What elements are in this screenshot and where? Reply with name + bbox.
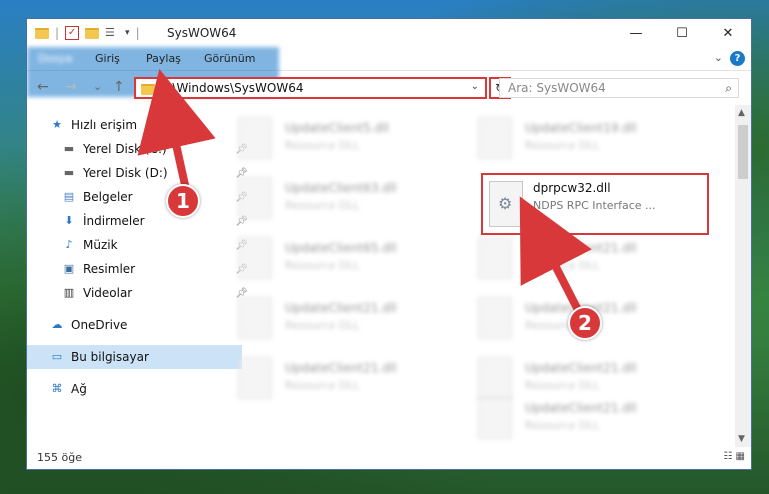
arrow-to-file — [519, 196, 592, 314]
arrow-to-address-bar — [137, 68, 216, 189]
callout-step-2: 2 — [568, 306, 602, 340]
callout-step-1: 1 — [166, 184, 200, 218]
annotation-arrows — [137, 68, 592, 314]
